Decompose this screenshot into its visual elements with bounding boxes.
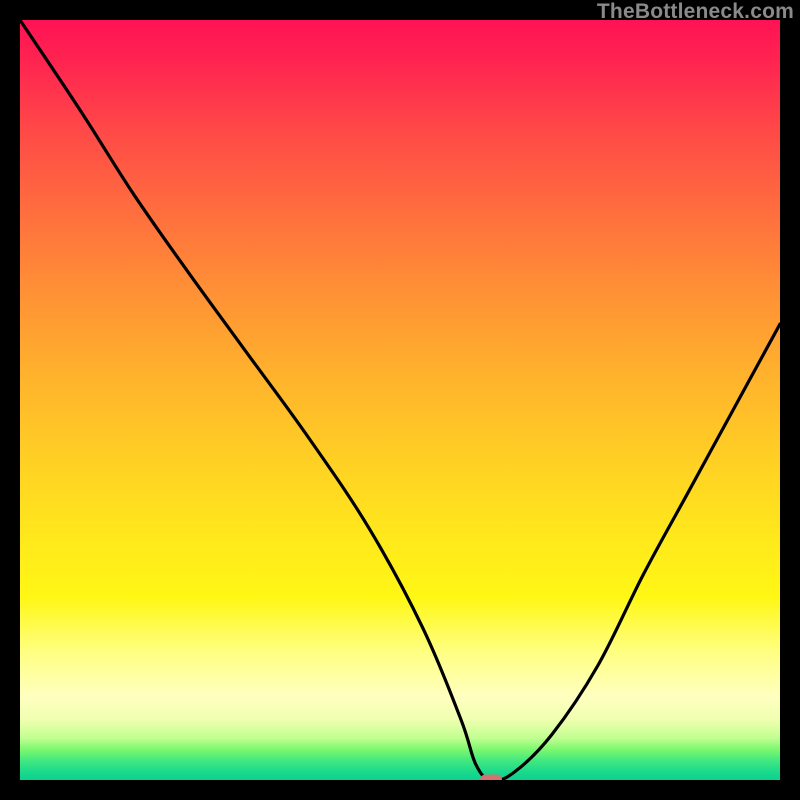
bottleneck-curve [20,20,780,780]
curve-svg [20,20,780,780]
watermark-label: TheBottleneck.com [597,0,794,24]
optimal-point-marker [480,775,502,781]
plot-area [20,20,780,780]
chart-frame: TheBottleneck.com [0,0,800,800]
